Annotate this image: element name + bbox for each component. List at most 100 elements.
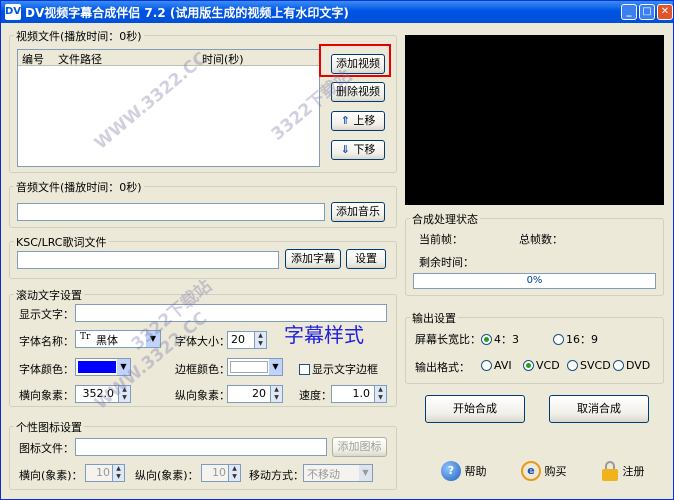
spinner-icon[interactable]: ▲ ▼ — [112, 465, 124, 481]
app-window: DV DV视频字幕合成伴侣 7.2 (试用版生成的视频上有水印文字) _ □ ✕… — [0, 0, 674, 500]
border-color-label: 边框颜色： — [175, 363, 230, 376]
border-color-swatch — [230, 361, 268, 373]
buy-icon: e — [521, 461, 541, 481]
ratio-4-3-radio[interactable]: 4：3 — [481, 331, 519, 347]
format-vcd-radio[interactable]: VCD — [523, 359, 560, 372]
video-list[interactable]: 编号 文件路径 时间(秒) — [17, 49, 320, 167]
col-number[interactable]: 编号 — [22, 51, 44, 67]
font-size-value: 20 — [231, 333, 245, 346]
radio-circle[interactable] — [553, 334, 564, 345]
border-color-picker[interactable]: ▼ — [227, 358, 283, 376]
delete-video-button[interactable]: 删除视频 — [331, 82, 385, 102]
vertical-pixel-value: 20 — [252, 387, 266, 400]
add-music-button[interactable]: 添加音乐 — [331, 202, 385, 222]
title-bar[interactable]: DV DV视频字幕合成伴侣 7.2 (试用版生成的视频上有水印文字) _ □ ✕ — [1, 1, 673, 23]
lyrics-path-field[interactable] — [17, 251, 279, 269]
radio-circle[interactable] — [523, 360, 534, 371]
audio-path-field[interactable] — [17, 203, 325, 221]
chevron-down-icon: ▼ — [359, 465, 372, 481]
font-color-label: 字体颜色： — [19, 363, 74, 376]
format-svcd-radio[interactable]: SVCD — [567, 359, 611, 372]
font-size-label: 字体大小： — [175, 335, 230, 348]
horizontal-pixel-label: 横向象素： — [19, 389, 74, 402]
font-type-icon: Tr — [80, 332, 91, 342]
up-arrow-icon: ⇑ — [340, 114, 350, 127]
audio-group-legend: 音频文件(播放时间：0秒) — [14, 179, 144, 195]
radio-circle[interactable] — [481, 360, 492, 371]
start-compose-button[interactable]: 开始合成 — [425, 395, 525, 423]
font-name-value: 黑体 — [96, 334, 118, 347]
font-color-swatch — [78, 361, 116, 373]
format-vcd-label: VCD — [536, 359, 560, 372]
subtitle-style-preview: 字幕样式 — [284, 323, 364, 347]
format-avi-radio[interactable]: AVI — [481, 359, 512, 372]
spinner-icon[interactable]: ▲ ▼ — [374, 386, 386, 402]
font-size-stepper[interactable]: 20 ▲ ▼ — [227, 331, 267, 349]
lock-icon — [601, 461, 619, 481]
down-arrow-icon: ⇓ — [340, 143, 350, 156]
format-dvd-radio[interactable]: DVD — [613, 359, 650, 372]
col-path[interactable]: 文件路径 — [58, 51, 102, 67]
logo-v-stepper[interactable]: 10 ▲ ▼ — [201, 464, 241, 482]
help-icon: ? — [441, 461, 461, 481]
font-name-label: 字体名称： — [19, 335, 74, 348]
radio-circle[interactable] — [567, 360, 578, 371]
radio-circle[interactable] — [613, 360, 624, 371]
radio-circle[interactable] — [481, 334, 492, 345]
logo-file-label: 图标文件： — [19, 442, 74, 455]
buy-link[interactable]: e 购买 — [521, 461, 567, 481]
ratio-4-3-label: 4：3 — [494, 333, 519, 346]
ratio-16-9-radio[interactable]: 16：9 — [553, 331, 598, 347]
cancel-compose-button[interactable]: 取消合成 — [549, 395, 649, 423]
aspect-ratio-label: 屏幕长宽比： — [415, 333, 481, 346]
logo-v-value: 10 — [212, 466, 226, 479]
maximize-button[interactable]: □ — [639, 4, 655, 20]
lyrics-settings-button[interactable]: 设置 — [346, 249, 386, 269]
help-link[interactable]: ? 帮助 — [441, 461, 487, 481]
minimize-button[interactable]: _ — [621, 4, 637, 20]
scroll-text-legend: 滚动文字设置 — [14, 287, 84, 303]
speed-value: 1.0 — [352, 387, 371, 400]
speed-stepper[interactable]: 1.0 ▲ ▼ — [331, 385, 387, 403]
spinner-icon[interactable]: ▲ ▼ — [270, 386, 282, 402]
chevron-down-icon: ▼ — [269, 359, 282, 375]
chevron-down-icon: ▼ — [146, 331, 160, 347]
video-preview — [405, 35, 664, 205]
move-up-button[interactable]: ⇑ 上移 — [331, 111, 385, 131]
progress-text: 0% — [526, 275, 543, 286]
help-label: 帮助 — [464, 465, 487, 478]
show-border-checkbox[interactable]: 显示文字边框 — [299, 361, 378, 377]
add-logo-button[interactable]: 添加图标 — [332, 437, 387, 457]
add-subtitle-button[interactable]: 添加字幕 — [285, 249, 341, 269]
spinner-icon[interactable]: ▲ ▼ — [228, 465, 240, 481]
video-list-header: 编号 文件路径 时间(秒) — [18, 50, 319, 66]
move-mode-label: 移动方式： — [249, 469, 304, 482]
register-label: 注册 — [622, 465, 645, 478]
format-dvd-label: DVD — [626, 359, 651, 372]
spinner-icon[interactable]: ▲ ▼ — [254, 332, 266, 348]
logo-group-legend: 个性图标设置 — [14, 419, 84, 435]
logo-h-label: 横向(象素)： — [19, 469, 83, 482]
move-mode-select[interactable]: 不移动 ▼ — [303, 464, 373, 482]
close-button[interactable]: ✕ — [657, 4, 673, 20]
move-up-label: 上移 — [353, 114, 376, 127]
spinner-icon[interactable]: ▲ ▼ — [118, 386, 130, 402]
horizontal-pixel-stepper[interactable]: 352.0 ▲ ▼ — [75, 385, 131, 403]
display-text-label: 显示文字： — [19, 308, 74, 321]
add-video-button[interactable]: 添加视频 — [331, 54, 385, 74]
speed-label: 速度： — [299, 389, 332, 402]
font-color-picker[interactable]: ▼ — [75, 358, 131, 376]
logo-h-stepper[interactable]: 10 ▲ ▼ — [85, 464, 125, 482]
font-name-select[interactable]: Tr 黑体 ▼ — [75, 330, 161, 348]
move-mode-value: 不移动 — [307, 468, 340, 481]
logo-h-value: 10 — [96, 466, 110, 479]
app-icon: DV — [5, 4, 21, 20]
lyrics-group-legend: KSC/LRC歌词文件 — [14, 234, 109, 250]
ratio-16-9-label: 16：9 — [566, 333, 598, 346]
logo-file-field[interactable] — [75, 438, 327, 456]
register-link[interactable]: 注册 — [601, 461, 645, 481]
move-down-button[interactable]: ⇓ 下移 — [331, 140, 385, 160]
col-time[interactable]: 时间(秒) — [202, 51, 244, 67]
vertical-pixel-stepper[interactable]: 20 ▲ ▼ — [227, 385, 283, 403]
checkbox-box[interactable] — [299, 364, 310, 375]
